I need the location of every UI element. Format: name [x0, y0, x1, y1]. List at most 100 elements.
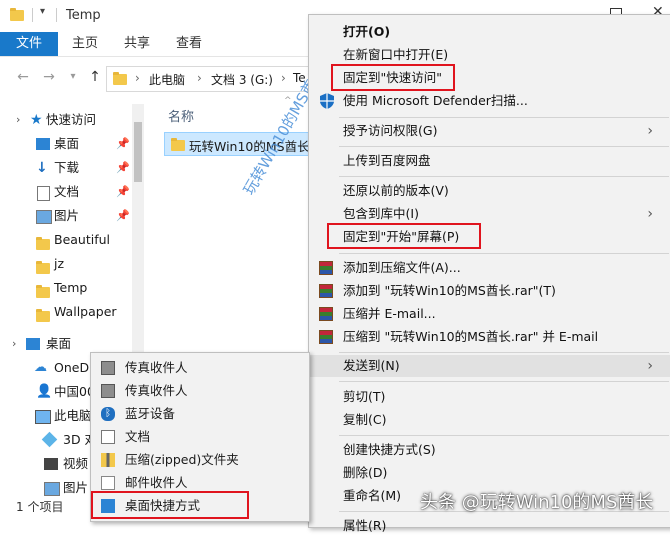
- menu-item-add-archive[interactable]: 添加到压缩文件(A)...: [309, 257, 670, 279]
- menu-item-defender-scan[interactable]: 使用 Microsoft Defender扫描...: [309, 90, 670, 112]
- recent-dropdown-icon[interactable]: ▾: [64, 68, 82, 86]
- divider: [32, 8, 33, 22]
- picture-icon: [36, 210, 52, 224]
- sendto-item-bluetooth[interactable]: ᛒ 蓝牙设备: [91, 403, 309, 425]
- menu-item-include-library[interactable]: 包含到库中(I) ›: [309, 203, 670, 225]
- file-item[interactable]: 玩转Win10的MS酋长: [164, 132, 316, 156]
- menu-separator: [339, 435, 669, 436]
- menu-item-label: 授予访问权限(G): [343, 123, 438, 138]
- user-icon: 👤: [36, 384, 53, 399]
- submenu-arrow-icon: ›: [647, 358, 653, 374]
- sidebar-item-label: 此电脑: [54, 408, 92, 423]
- menu-item-label: 删除(D): [343, 465, 388, 480]
- folder-icon: [113, 72, 127, 85]
- folder-icon: [10, 8, 24, 21]
- tab-file[interactable]: 文件: [0, 32, 58, 56]
- menu-item-restore-versions[interactable]: 还原以前的版本(V): [309, 180, 670, 202]
- submenu-arrow-icon: ›: [647, 206, 653, 222]
- divider: [56, 8, 57, 22]
- submenu-arrow-icon: ›: [647, 123, 653, 139]
- menu-item-properties[interactable]: 属性(R): [309, 515, 670, 537]
- tab-share[interactable]: 共享: [114, 32, 160, 56]
- quick-access-dropdown-icon[interactable]: ▾: [40, 6, 45, 17]
- forward-arrow-icon[interactable]: →: [40, 68, 58, 86]
- menu-item-open[interactable]: 打开(O): [309, 21, 670, 43]
- sidebar-item-label: 图片: [54, 208, 80, 223]
- menu-item-label: 在新窗口中打开(E): [343, 47, 449, 62]
- menu-item-label: 包含到库中(I): [343, 206, 419, 221]
- menu-item-add-rar[interactable]: 添加到 "玩转Win10的MS酋长.rar"(T): [309, 280, 670, 302]
- pin-icon: 📌: [116, 161, 130, 174]
- video-icon: [44, 458, 58, 470]
- sidebar-item-beautiful[interactable]: Beautiful: [0, 229, 110, 251]
- menu-item-cut[interactable]: 剪切(T): [309, 386, 670, 408]
- menu-item-compress-email[interactable]: 压缩并 E-mail...: [309, 303, 670, 325]
- sidebar-item-wallpaper[interactable]: Wallpaper: [0, 301, 117, 323]
- breadcrumb-this-pc[interactable]: 此电脑: [149, 71, 185, 88]
- menu-item-label: 传真收件人: [125, 360, 188, 375]
- tab-home[interactable]: 主页: [62, 32, 108, 56]
- menu-separator: [339, 146, 669, 147]
- menu-item-open-new-window[interactable]: 在新窗口中打开(E): [309, 44, 670, 66]
- menu-item-compress-rar-email[interactable]: 压缩到 "玩转Win10的MS酋长.rar" 并 E-mail: [309, 326, 670, 348]
- computer-icon: [35, 410, 51, 424]
- document-icon: [101, 430, 115, 444]
- expand-chevron-icon[interactable]: ›: [12, 333, 16, 355]
- sendto-item-fax-2[interactable]: 传真收件人: [91, 380, 309, 402]
- up-arrow-icon[interactable]: ↑: [86, 68, 104, 86]
- address-bar[interactable]: › 此电脑 › 文档 3 (G:) › Te: [106, 66, 312, 92]
- menu-item-copy[interactable]: 复制(C): [309, 409, 670, 431]
- sidebar-item-label: 视频: [63, 456, 89, 471]
- sidebar-item-label: 快速访问: [46, 112, 97, 127]
- folder-icon: [36, 237, 50, 250]
- menu-item-upload-baidu[interactable]: 上传到百度网盘: [309, 150, 670, 172]
- menu-item-send-to[interactable]: 发送到(N) ›: [309, 355, 670, 377]
- breadcrumb-drive[interactable]: 文档 3 (G:): [211, 71, 273, 88]
- menu-item-label: 传真收件人: [125, 383, 188, 398]
- sidebar-item-label: 下载: [54, 160, 80, 175]
- file-item-name: 玩转Win10的MS酋长: [189, 139, 310, 154]
- menu-item-label: 压缩并 E-mail...: [343, 306, 436, 321]
- sendto-item-zip[interactable]: 压缩(zipped)文件夹: [91, 449, 309, 471]
- menu-item-label: 添加到 "玩转Win10的MS酋长.rar"(T): [343, 283, 556, 298]
- folder-icon: [36, 285, 50, 298]
- expand-chevron-icon[interactable]: ›: [16, 109, 20, 131]
- highlight-box: [327, 223, 481, 249]
- column-header-name[interactable]: 名称: [168, 106, 194, 125]
- send-to-submenu: 传真收件人 传真收件人 ᛒ 蓝牙设备 文档 压缩(zipped)文件夹 邮件收件…: [90, 352, 310, 522]
- winrar-icon: [319, 307, 333, 321]
- scrollbar-thumb[interactable]: [134, 122, 142, 182]
- tab-view[interactable]: 查看: [166, 32, 212, 56]
- sendto-item-fax[interactable]: 传真收件人: [91, 357, 309, 379]
- sidebar-item-jz[interactable]: jz: [0, 253, 64, 275]
- menu-separator: [339, 117, 669, 118]
- menu-item-label: 复制(C): [343, 412, 387, 427]
- sidebar-item-label: Beautiful: [54, 232, 111, 247]
- download-icon: ↓: [36, 160, 48, 176]
- menu-item-label: 属性(R): [343, 518, 387, 533]
- 3d-objects-icon: [41, 431, 58, 448]
- sidebar-item-label: OneD: [54, 360, 90, 375]
- desktop-icon: [36, 138, 50, 150]
- sidebar-item-label: 桌面: [54, 136, 80, 151]
- folder-icon: [171, 138, 185, 151]
- menu-item-label: 压缩(zipped)文件夹: [125, 452, 239, 467]
- menu-item-label: 打开(O): [343, 24, 391, 39]
- menu-separator: [339, 352, 669, 353]
- menu-separator: [339, 381, 669, 382]
- menu-item-delete[interactable]: 删除(D): [309, 462, 670, 484]
- highlight-box: [91, 491, 249, 519]
- menu-item-label: 剪切(T): [343, 389, 386, 404]
- sendto-item-documents[interactable]: 文档: [91, 426, 309, 448]
- menu-item-label: 发送到(N): [343, 358, 400, 373]
- defender-shield-icon: [320, 93, 334, 109]
- winrar-icon: [319, 261, 333, 275]
- menu-item-grant-access[interactable]: 授予访问权限(G) ›: [309, 120, 670, 142]
- menu-item-create-shortcut[interactable]: 创建快捷方式(S): [309, 439, 670, 461]
- sidebar-item-temp[interactable]: Temp: [0, 277, 87, 299]
- breadcrumb-separator-icon: ›: [197, 71, 202, 85]
- menu-separator: [339, 253, 669, 254]
- back-arrow-icon[interactable]: ←: [14, 68, 32, 86]
- pin-icon: 📌: [116, 185, 130, 198]
- sidebar-item-label: 文档: [54, 184, 80, 199]
